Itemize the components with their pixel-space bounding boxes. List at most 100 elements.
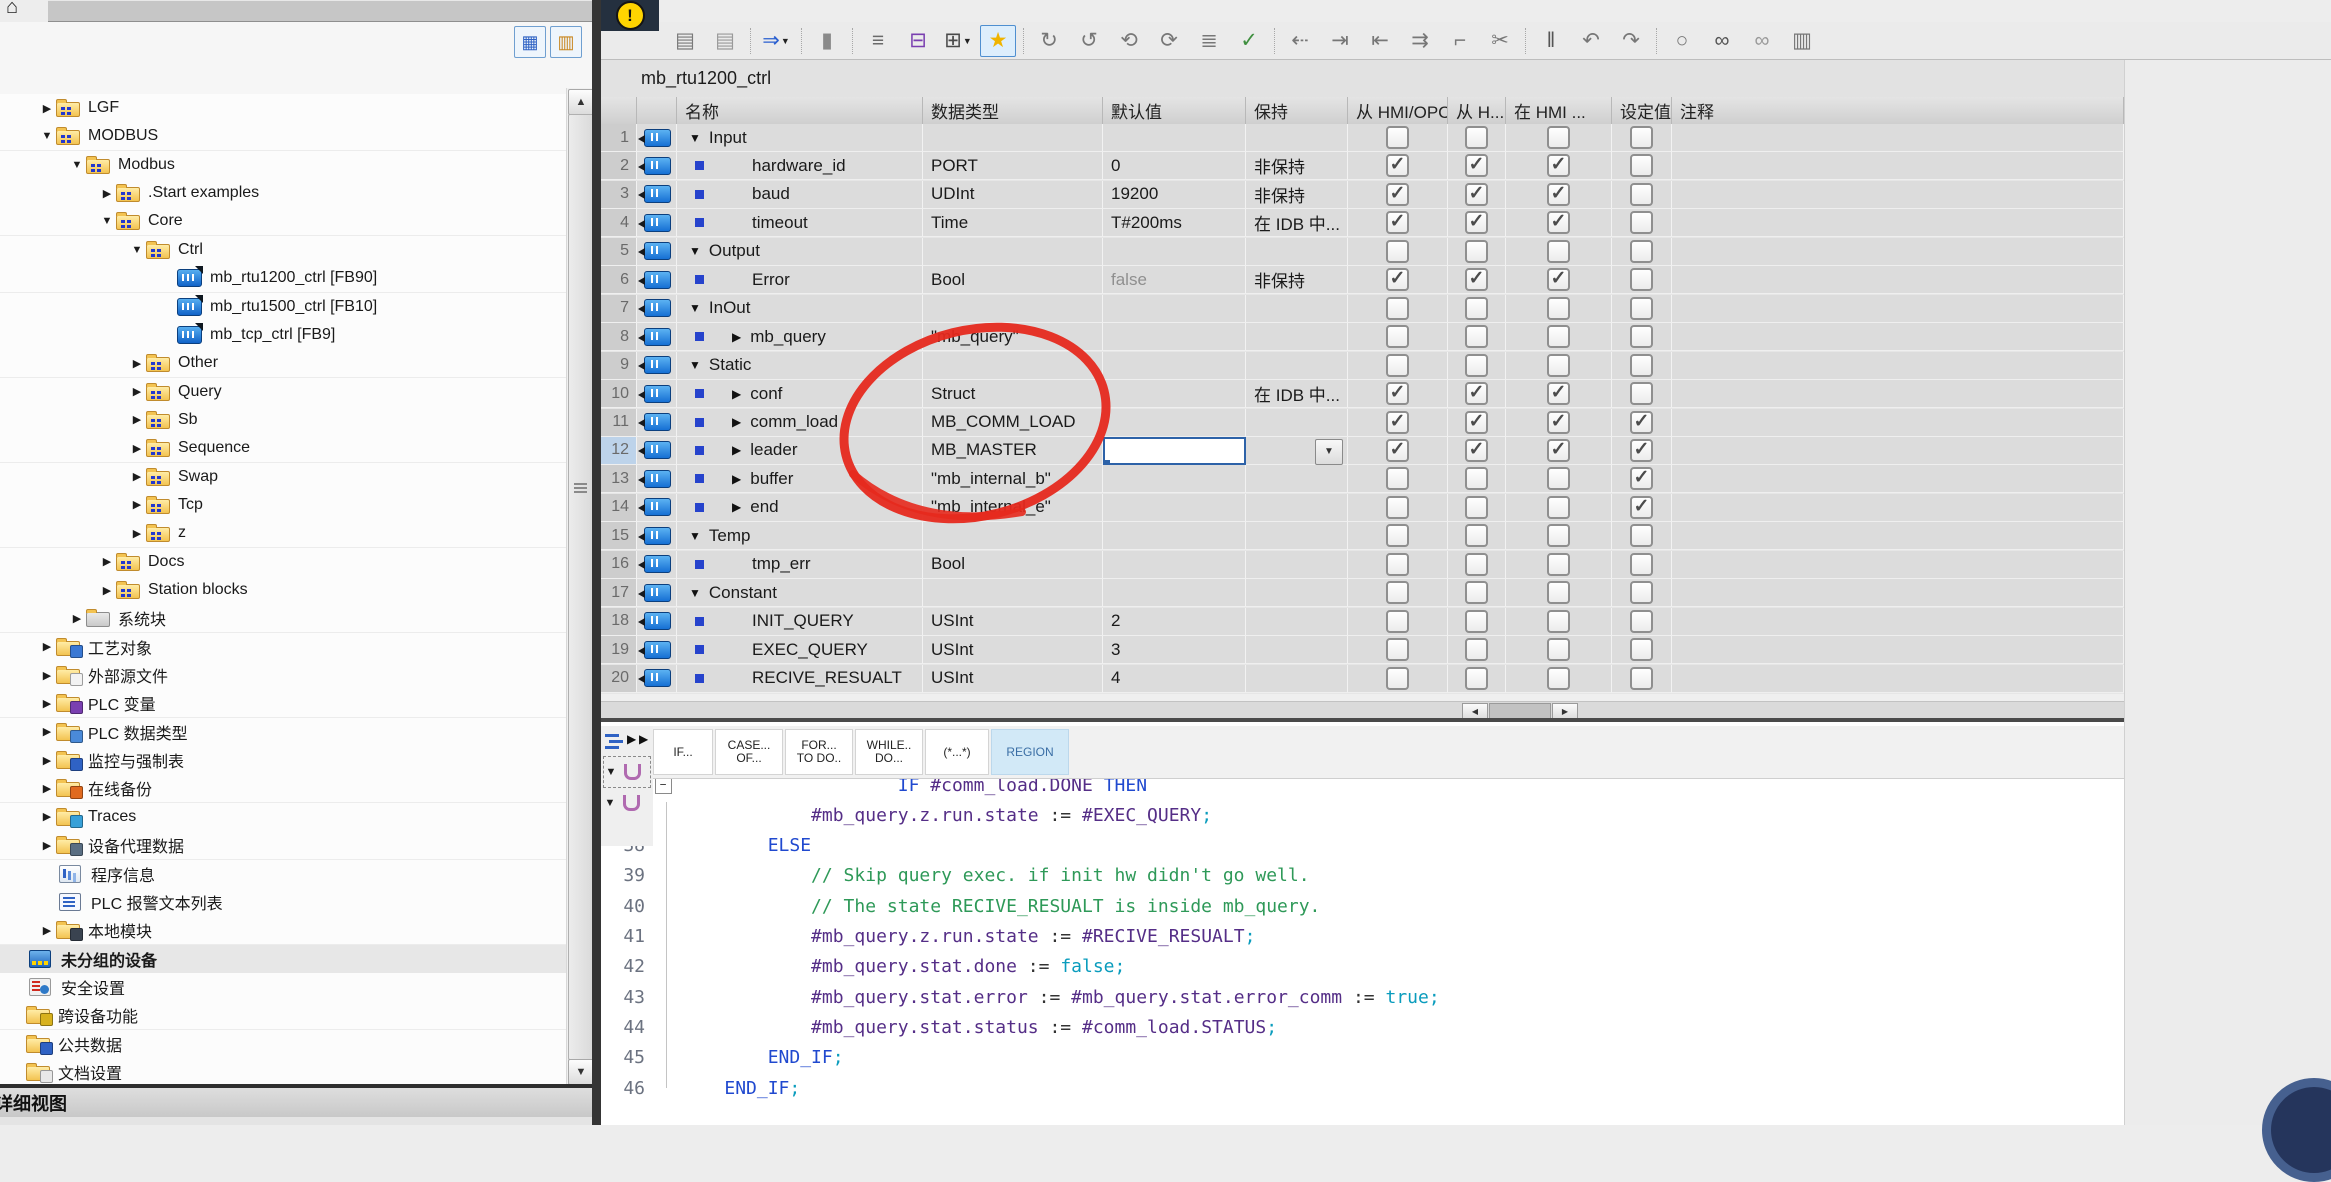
- snippet-button-region[interactable]: REGION: [991, 729, 1069, 775]
- default-value-cell[interactable]: [1103, 295, 1246, 323]
- row-number[interactable]: 4: [601, 209, 637, 237]
- setpoint-checkbox[interactable]: [1630, 439, 1653, 462]
- name-cell[interactable]: ▼Constant: [677, 579, 923, 607]
- in-hmi-checkbox[interactable]: [1547, 268, 1570, 291]
- datatype-cell[interactable]: [923, 124, 1103, 152]
- panel-divider[interactable]: [592, 0, 601, 1125]
- table-row[interactable]: 9▼Static: [601, 352, 2124, 380]
- sidebar-item-docs[interactable]: ▶Docs: [0, 548, 566, 577]
- expand-icon[interactable]: ▶: [732, 330, 741, 344]
- sidebar-item-sequence[interactable]: ▶Sequence: [0, 434, 566, 463]
- resume-icon[interactable]: ↶: [1573, 25, 1609, 57]
- datatype-cell[interactable]: Bool: [923, 551, 1103, 579]
- in-hmi-checkbox[interactable]: [1547, 154, 1570, 177]
- setpoint-checkbox[interactable]: [1630, 382, 1653, 405]
- tree-expand-icon[interactable]: ▶: [38, 102, 56, 115]
- comment-cell[interactable]: [1672, 266, 2124, 294]
- name-cell[interactable]: ▶conf: [677, 380, 923, 408]
- from-hmi-checkbox[interactable]: [1465, 411, 1488, 434]
- table-row[interactable]: 11▶comm_loadMB_COMM_LOAD: [601, 409, 2124, 437]
- sidebar-item-plc-[interactable]: ▶PLC 变量: [0, 689, 566, 718]
- datatype-cell[interactable]: "mb_internal_b": [923, 465, 1103, 493]
- default-value-cell[interactable]: 19200: [1103, 181, 1246, 209]
- tree-expand-icon[interactable]: ▶: [38, 782, 56, 795]
- datatype-cell[interactable]: MB_COMM_LOAD: [923, 409, 1103, 437]
- table-row[interactable]: 8▶mb_query"mb_query": [601, 323, 2124, 351]
- sidebar-item-sb[interactable]: ▶Sb: [0, 406, 566, 435]
- retain-cell[interactable]: [1246, 494, 1348, 522]
- from-hmi-checkbox[interactable]: [1465, 268, 1488, 291]
- table-row[interactable]: 19EXEC_QUERYUSInt3: [601, 636, 2124, 664]
- hmi-opc-checkbox[interactable]: [1386, 496, 1409, 519]
- expand-icon[interactable]: ▶: [732, 415, 741, 429]
- in-hmi-checkbox[interactable]: [1547, 297, 1570, 320]
- sidebar-item--[interactable]: 未分组的设备: [0, 945, 566, 974]
- retain-cell[interactable]: [1246, 295, 1348, 323]
- tree-expand-icon[interactable]: ▶: [38, 754, 56, 767]
- from-hmi-checkbox[interactable]: [1465, 667, 1488, 690]
- table-row[interactable]: 6ErrorBoolfalse非保持: [601, 266, 2124, 294]
- name-cell[interactable]: baud: [677, 181, 923, 209]
- structure-icon[interactable]: ≡: [860, 25, 896, 57]
- export-table-icon[interactable]: ▥: [550, 26, 582, 58]
- sync-rows-icon[interactable]: ⇉: [1402, 25, 1438, 57]
- hmi-opc-checkbox[interactable]: [1386, 467, 1409, 490]
- setpoint-checkbox[interactable]: [1630, 126, 1653, 149]
- column-header[interactable]: 设定值: [1612, 97, 1672, 124]
- in-hmi-checkbox[interactable]: [1547, 667, 1570, 690]
- table-row[interactable]: 3baudUDInt19200非保持: [601, 181, 2124, 209]
- indent-right-icon[interactable]: ⇥: [1322, 25, 1358, 57]
- tree-scrollbar[interactable]: ▲ ▼: [566, 88, 593, 1086]
- update-interface-icon[interactable]: ⊞▼: [940, 25, 976, 57]
- retain-cell[interactable]: 在 IDB 中...: [1246, 380, 1348, 408]
- row-number[interactable]: 10: [601, 380, 637, 408]
- from-hmi-checkbox[interactable]: [1465, 638, 1488, 661]
- sidebar-item--[interactable]: ▶外部源文件: [0, 661, 566, 690]
- section-collapse-icon[interactable]: ▼: [689, 586, 701, 600]
- expand-icon[interactable]: ▶: [732, 387, 741, 401]
- snippet-button-for[interactable]: FOR...TO DO..: [785, 729, 853, 775]
- default-value-cell[interactable]: [1103, 124, 1246, 152]
- sidebar-item-z[interactable]: ▶z: [0, 519, 566, 548]
- add-block-icon[interactable]: ⊟: [900, 25, 936, 57]
- comment-cell[interactable]: [1672, 551, 2124, 579]
- sidebar-item--[interactable]: ▶监控与强制表: [0, 746, 566, 775]
- from-hmi-checkbox[interactable]: [1465, 496, 1488, 519]
- code-line[interactable]: 39 // Skip query exec. if init hw didn't…: [601, 861, 2124, 891]
- column-header[interactable]: 从 H...: [1448, 97, 1506, 124]
- table-row[interactable]: 17▼Constant: [601, 579, 2124, 607]
- in-hmi-checkbox[interactable]: [1547, 638, 1570, 661]
- sidebar-item-modbus[interactable]: ▼MODBUS: [0, 122, 566, 151]
- row-number[interactable]: 13: [601, 465, 637, 493]
- sidebar-item--[interactable]: ▶系统块: [0, 604, 566, 633]
- code-line[interactable]: 46 END_IF;: [601, 1073, 2124, 1103]
- name-cell[interactable]: hardware_id: [677, 152, 923, 180]
- table-row[interactable]: 1▼Input: [601, 124, 2124, 152]
- retain-cell[interactable]: [1246, 665, 1348, 693]
- detail-view-bar[interactable]: 详细视图: [0, 1088, 592, 1118]
- setpoint-checkbox[interactable]: [1630, 524, 1653, 547]
- tree-collapse-icon[interactable]: ▼: [68, 159, 86, 171]
- default-value-cell[interactable]: [1103, 323, 1246, 351]
- sidebar-item-query[interactable]: ▶Query: [0, 378, 566, 407]
- comment-cell[interactable]: [1672, 608, 2124, 636]
- indent-left-icon[interactable]: ⇤: [1362, 25, 1398, 57]
- tree-expand-icon[interactable]: ▶: [128, 385, 146, 398]
- sidebar-item-plc-[interactable]: PLC 报警文本列表: [0, 888, 566, 917]
- sidebar-item-mb_tcp_ctrl-fb9-[interactable]: mb_tcp_ctrl [FB9]: [0, 321, 566, 350]
- table-view-icon[interactable]: ▦: [514, 26, 546, 58]
- datatype-cell[interactable]: [923, 238, 1103, 266]
- code-line[interactable]: 37 #mb_query.z.run.state := #EXEC_QUERY;: [601, 800, 2124, 830]
- retain-cell[interactable]: 非保持: [1246, 266, 1348, 294]
- sidebar-item--start-examples[interactable]: ▶.Start examples: [0, 179, 566, 208]
- section-collapse-icon[interactable]: ▼: [689, 358, 701, 372]
- table-horizontal-scrollbar[interactable]: ◀ ▶: [601, 701, 2124, 719]
- sidebar-item-ctrl[interactable]: ▼Ctrl: [0, 236, 566, 265]
- export-icon[interactable]: ⇒▼: [758, 25, 794, 57]
- setpoint-checkbox[interactable]: [1630, 411, 1653, 434]
- tree-expand-icon[interactable]: ▶: [98, 584, 116, 597]
- setpoint-checkbox[interactable]: [1630, 667, 1653, 690]
- monitor-stop-icon[interactable]: ↺: [1071, 25, 1107, 57]
- snippet-button-while[interactable]: WHILE..DO...: [855, 729, 923, 775]
- sidebar-item-station-blocks[interactable]: ▶Station blocks: [0, 576, 566, 605]
